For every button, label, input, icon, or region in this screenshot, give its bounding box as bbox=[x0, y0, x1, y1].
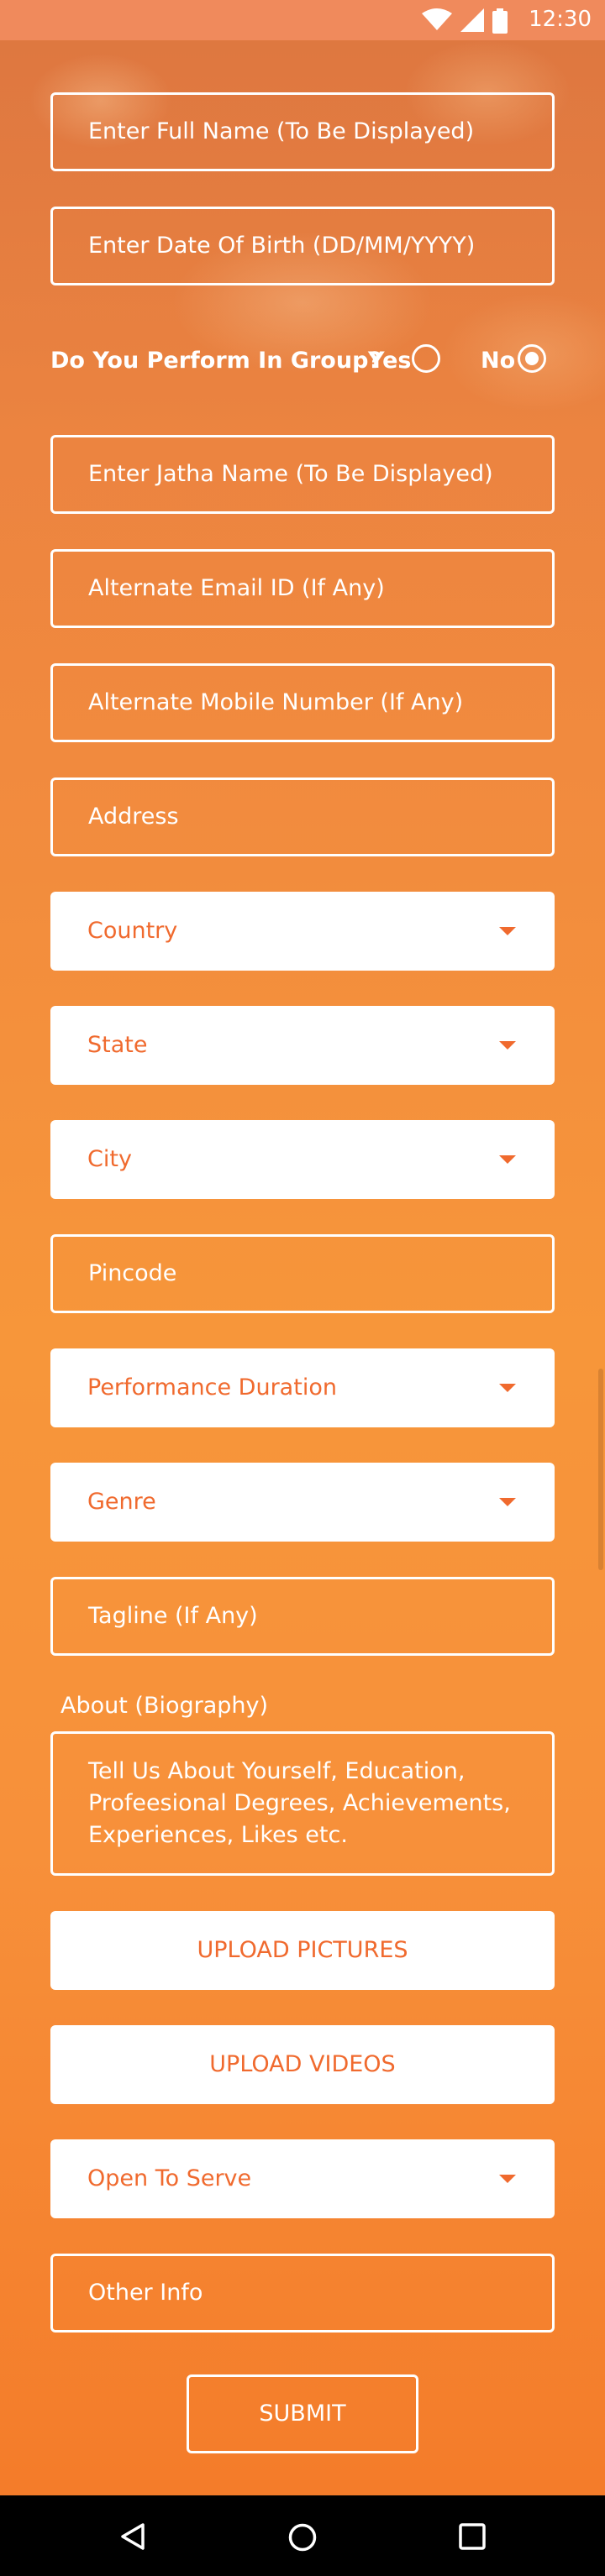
status-time: 12:30 bbox=[529, 7, 592, 32]
jatha-name-field[interactable]: Enter Jatha Name (To Be Displayed) bbox=[50, 435, 555, 514]
chevron-down-icon bbox=[499, 1498, 516, 1506]
upload-pictures-button[interactable]: UPLOAD PICTURES bbox=[50, 1911, 555, 1990]
full-name-field[interactable]: Enter Full Name (To Be Displayed) bbox=[50, 92, 555, 171]
group-no-label[interactable]: No bbox=[481, 348, 515, 374]
address-field[interactable]: Address bbox=[50, 778, 555, 856]
about-textarea[interactable]: Tell Us About Yourself, Education, Profe… bbox=[50, 1731, 555, 1876]
submit-button[interactable]: SUBMIT bbox=[187, 2374, 418, 2453]
group-yes-radio[interactable] bbox=[412, 344, 440, 373]
group-no-radio[interactable] bbox=[518, 344, 546, 373]
state-dropdown-label: State bbox=[87, 1032, 148, 1058]
chevron-down-icon bbox=[499, 1155, 516, 1164]
performance-duration-dropdown[interactable]: Performance Duration bbox=[50, 1348, 555, 1427]
radio-selected-dot bbox=[525, 352, 539, 365]
alternate-email-field[interactable]: Alternate Email ID (If Any) bbox=[50, 549, 555, 628]
country-dropdown[interactable]: Country bbox=[50, 892, 555, 971]
home-icon[interactable] bbox=[287, 2522, 318, 2552]
tagline-field[interactable]: Tagline (If Any) bbox=[50, 1577, 555, 1656]
open-to-serve-label: Open To Serve bbox=[87, 2165, 252, 2191]
group-performance-row: Do You Perform In Group? Yes No bbox=[50, 341, 555, 381]
pincode-field[interactable]: Pincode bbox=[50, 1234, 555, 1313]
scroll-indicator bbox=[598, 1369, 603, 1570]
chevron-down-icon bbox=[499, 1041, 516, 1050]
navigation-bar bbox=[0, 2495, 605, 2576]
city-dropdown[interactable]: City bbox=[50, 1120, 555, 1199]
recents-icon[interactable] bbox=[459, 2523, 486, 2550]
back-icon[interactable] bbox=[119, 2522, 146, 2551]
date-of-birth-field[interactable]: Enter Date Of Birth (DD/MM/YYYY) bbox=[50, 207, 555, 285]
upload-videos-button[interactable]: UPLOAD VIDEOS bbox=[50, 2025, 555, 2104]
country-dropdown-label: Country bbox=[87, 918, 178, 944]
open-to-serve-dropdown[interactable]: Open To Serve bbox=[50, 2139, 555, 2218]
group-yes-label[interactable]: Yes bbox=[368, 348, 411, 374]
genre-dropdown-label: Genre bbox=[87, 1489, 156, 1515]
genre-dropdown[interactable]: Genre bbox=[50, 1463, 555, 1542]
city-dropdown-label: City bbox=[87, 1146, 132, 1172]
chevron-down-icon bbox=[499, 2175, 516, 2183]
about-label: About (Biography) bbox=[60, 1693, 269, 1719]
state-dropdown[interactable]: State bbox=[50, 1006, 555, 1085]
chevron-down-icon bbox=[499, 927, 516, 935]
alternate-mobile-field[interactable]: Alternate Mobile Number (If Any) bbox=[50, 663, 555, 742]
chevron-down-icon bbox=[499, 1384, 516, 1392]
wifi-icon bbox=[422, 8, 452, 30]
cell-signal-icon bbox=[460, 8, 484, 32]
battery-icon bbox=[492, 8, 508, 34]
group-question-label: Do You Perform In Group? bbox=[50, 348, 382, 374]
status-bar: 12:30 bbox=[0, 0, 605, 40]
performance-duration-label: Performance Duration bbox=[87, 1374, 337, 1401]
other-info-field[interactable]: Other Info bbox=[50, 2254, 555, 2333]
